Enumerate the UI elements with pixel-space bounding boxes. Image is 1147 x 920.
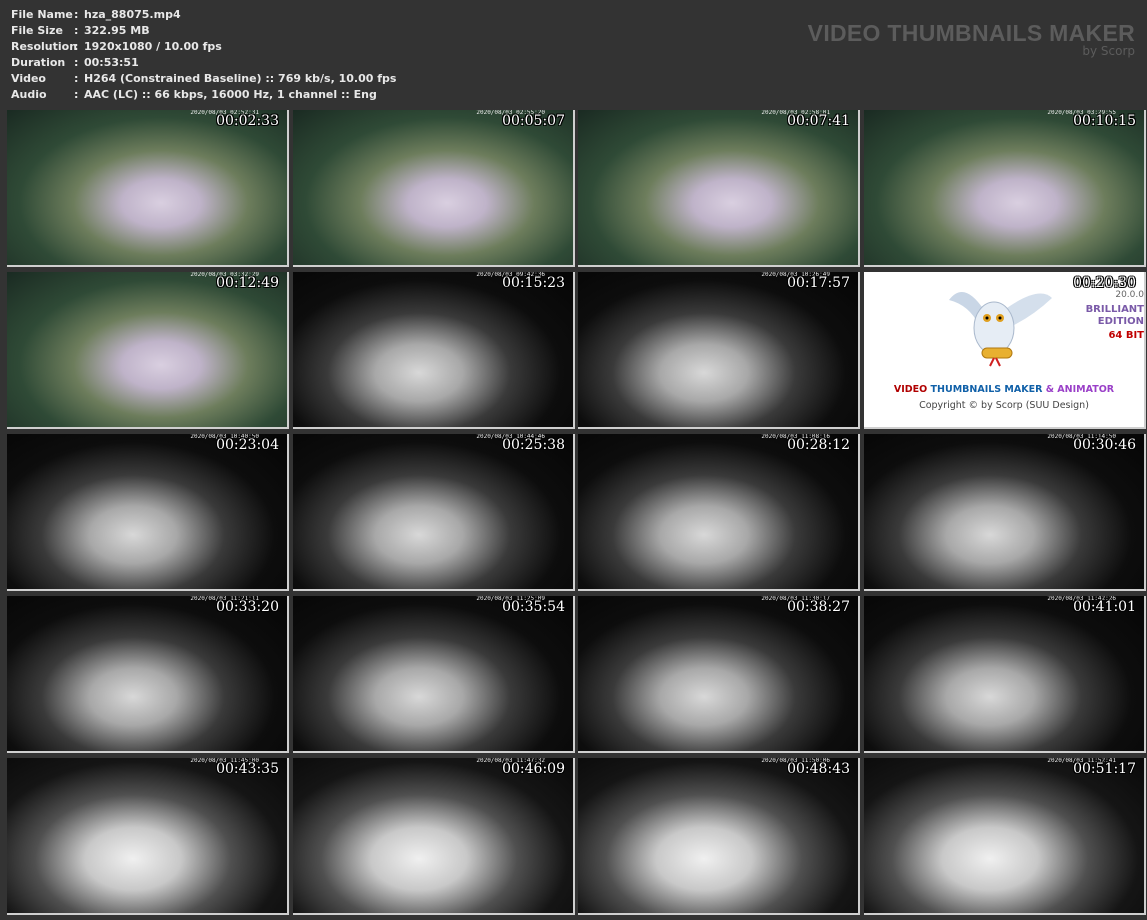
thumbnail-timestamp: 00:25:38 [502, 437, 565, 453]
thumbnail-timestamp: 00:15:23 [502, 275, 565, 291]
logo-bits: 64 BIT [1108, 330, 1144, 341]
brand-watermark: VIDEO THUMBNAILS MAKER by Scorp [808, 20, 1135, 58]
thumbnail-timestamp: 00:28:12 [787, 437, 850, 453]
info-label: Duration [11, 56, 66, 69]
logo-copyright: Copyright © by Scorp (SUU Design) [919, 400, 1089, 411]
video-thumbnail: 2020/08/03 11:21:11 00:33:20 [7, 596, 289, 753]
video-thumbnail: 2020/08/03 02:58:01 00:07:41 [578, 110, 860, 267]
info-value: 322.95 MB [84, 24, 150, 37]
thumbnail-timestamp: 00:20:30 [1073, 275, 1136, 291]
video-thumbnail: 2020/08/03 11:25:09 00:35:54 [293, 596, 575, 753]
thumbnail-timestamp: 00:33:20 [216, 599, 279, 615]
video-thumbnail: 2020/08/03 11:52:41 00:51:17 [864, 758, 1146, 915]
video-thumbnail: 2020/08/03 11:42:26 00:41:01 [864, 596, 1146, 753]
logo-edition-2: EDITION [1097, 316, 1144, 327]
info-label: Video [11, 72, 46, 85]
thumbnail-timestamp: 00:30:46 [1073, 437, 1136, 453]
thumbnail-timestamp: 00:46:09 [502, 761, 565, 777]
info-row: File Name: hza_88075.mp4 [11, 7, 396, 23]
video-thumbnail: 2020/08/03 02:52:31 00:02:33 [7, 110, 289, 267]
info-row: Duration:00:53:51 [11, 55, 396, 71]
info-row: File Size:322.95 MB [11, 23, 396, 39]
video-thumbnail: 2020/08/03 10:44:46 00:25:38 [293, 434, 575, 591]
video-thumbnail: 2020/08/03 11:08:16 00:28:12 [578, 434, 860, 591]
thumbnail-timestamp: 00:38:27 [787, 599, 850, 615]
thumbnail-timestamp: 00:23:04 [216, 437, 279, 453]
logo-title-anim: & ANIMATOR [1045, 384, 1115, 395]
info-row: Audio: AAC (LC) :: 66 kbps, 16000 Hz, 1 c… [11, 87, 396, 103]
video-thumbnail: 2020/08/03 11:30:17 00:38:27 [578, 596, 860, 753]
info-label: Resolution [11, 40, 78, 53]
thumbnail-timestamp: 00:07:41 [787, 113, 850, 129]
info-label: File Name [11, 8, 73, 21]
video-thumbnail: 2020/08/03 11:50:06 00:48:43 [578, 758, 860, 915]
info-separator: : [74, 56, 79, 69]
file-info-panel: File Name: hza_88075.mp4 File Size:322.95 … [11, 7, 396, 103]
info-separator: : [74, 88, 79, 101]
video-thumbnail: 2020/08/03 09:42:36 00:15:23 [293, 272, 575, 429]
info-value: 1920x1080 / 10.00 fps [84, 40, 222, 53]
info-separator: : [74, 24, 79, 37]
thumbnail-timestamp: 00:02:33 [216, 113, 279, 129]
video-thumbnail: 2020/08/03 03:29:55 00:10:15 [864, 110, 1146, 267]
info-row: Video: H264 (Constrained Baseline) :: 769… [11, 71, 396, 87]
logo-thumbnail: 20.0.0 BRILLIANT EDITION 64 BIT VIDEO TH… [864, 272, 1146, 429]
owl-logo-icon [949, 292, 1052, 367]
video-thumbnail: 2020/08/03 11:47:32 00:46:09 [293, 758, 575, 915]
thumbnail-timestamp: 00:17:57 [787, 275, 850, 291]
thumbnail-timestamp: 00:43:35 [216, 761, 279, 777]
thumbnail-timestamp: 00:51:17 [1073, 761, 1136, 777]
video-thumbnail: 2020/08/03 10:26:49 00:17:57 [578, 272, 860, 429]
video-thumbnail: 2020/08/03 03:32:29 00:12:49 [7, 272, 289, 429]
info-separator: : [74, 8, 79, 21]
logo-version: 20.0.0 [1115, 290, 1144, 300]
info-value: H264 (Constrained Baseline) :: 769 kb/s,… [84, 72, 397, 85]
video-thumbnail: 2020/08/03 10:40:50 00:23:04 [7, 434, 289, 591]
video-thumbnail: 2020/08/03 11:45:00 00:43:35 [7, 758, 289, 915]
info-separator: : [74, 72, 79, 85]
info-value: 00:53:51 [84, 56, 139, 69]
brand-title: VIDEO THUMBNAILS MAKER [807, 20, 1135, 46]
info-label: File Size [11, 24, 63, 37]
video-thumbnail: 2020/08/03 02:55:20 00:05:07 [293, 110, 575, 267]
info-value: hza_88075.mp4 [84, 8, 181, 21]
logo-title: VIDEO THUMBNAILS MAKER & ANIMATOR [864, 384, 1144, 395]
logo-edition: BRILLIANT [1085, 304, 1144, 315]
info-value: AAC (LC) :: 66 kbps, 16000 Hz, 1 channel… [84, 88, 377, 101]
thumbnail-timestamp: 00:05:07 [502, 113, 565, 129]
thumbnail-timestamp: 00:41:01 [1073, 599, 1136, 615]
logo-title-thumbs: THUMBNAILS MAKER [930, 384, 1043, 395]
thumbnail-timestamp: 00:35:54 [502, 599, 565, 615]
thumbnail-timestamp: 00:12:49 [216, 275, 279, 291]
thumbnail-timestamp: 00:48:43 [787, 761, 850, 777]
video-thumbnail: 2020/08/03 11:14:50 00:30:46 [864, 434, 1146, 591]
info-separator: : [74, 40, 79, 53]
info-row: Resolution:1920x1080 / 10.00 fps [11, 39, 396, 55]
info-label: Audio [11, 88, 47, 101]
logo-title-video: VIDEO [893, 384, 928, 395]
thumbnail-timestamp: 00:10:15 [1073, 113, 1136, 129]
